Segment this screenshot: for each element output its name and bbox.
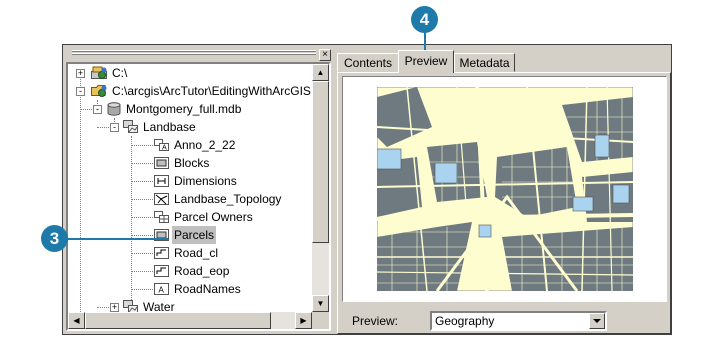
table-icon: [154, 211, 169, 223]
tab-preview[interactable]: Preview: [398, 50, 454, 73]
collapse-icon[interactable]: -: [110, 123, 119, 132]
collapse-icon[interactable]: -: [76, 87, 85, 96]
tree-item-blocks[interactable]: Blocks: [68, 154, 312, 172]
callout-step-4: 4: [411, 6, 438, 33]
scroll-thumb[interactable]: [312, 81, 329, 243]
tree-item-parcels[interactable]: Parcels: [68, 226, 312, 244]
svg-text:A: A: [162, 145, 167, 152]
geography-map-preview[interactable]: [377, 87, 633, 291]
tree-item-label: Road_cl: [174, 246, 219, 260]
tree-item-label: Anno_2_22: [174, 138, 236, 152]
expand-icon[interactable]: +: [110, 303, 119, 312]
feature-dataset-icon: [123, 120, 138, 133]
preview-area[interactable]: [342, 76, 667, 302]
tree-item-geodatabase[interactable]: - Montgomery_full.mdb: [68, 100, 312, 118]
svg-text:A: A: [159, 286, 165, 295]
tree-item-dimensions[interactable]: Dimensions: [68, 172, 312, 190]
tree-item-folder-connection[interactable]: - C:\arcgis\ArcTutor\EditingWithArcGIS: [68, 82, 312, 100]
tree-item-label: Dimensions: [174, 174, 237, 188]
catalog-tree: + C:\ - C:\arcgis\ArcTutor\EditingWithAr…: [66, 62, 331, 331]
preview-type-value: Geography: [435, 314, 495, 328]
tree-item-label: Blocks: [174, 156, 210, 170]
tree-item-label: C:\arcgis\ArcTutor\EditingWithArcGIS: [112, 84, 311, 98]
preview-type-dropdown[interactable]: Geography: [430, 311, 607, 331]
scroll-thumb[interactable]: [85, 312, 271, 329]
tree-item-label: Parcels: [172, 226, 217, 244]
catalog-tree-panel: × + C:\ - C:\arcgis\ArcTutor\EditingWith…: [66, 46, 331, 331]
line-feature-class-icon: [154, 247, 169, 259]
tree-item-label: Landbase: [143, 120, 196, 134]
tree-item-landbase[interactable]: - Landbase: [68, 118, 312, 136]
dimension-class-icon: [154, 175, 169, 187]
drive-icon: [91, 66, 107, 79]
expand-icon[interactable]: +: [76, 69, 85, 78]
scroll-up-icon[interactable]: ▲: [312, 64, 329, 81]
close-panel-button[interactable]: ×: [319, 49, 331, 61]
scroll-down-icon[interactable]: ▼: [312, 295, 329, 312]
tree-item-parcel-owners[interactable]: Parcel Owners: [68, 208, 312, 226]
tree-horizontal-scrollbar[interactable]: ◀ ▶: [68, 312, 312, 329]
tree-item-label: Landbase_Topology: [174, 192, 282, 206]
geodatabase-icon: [107, 102, 121, 116]
tab-contents[interactable]: Contents: [337, 53, 399, 72]
chevron-down-icon[interactable]: [589, 313, 605, 329]
polygon-feature-class-icon: [154, 157, 169, 169]
tree-item-road-cl[interactable]: Road_cl: [68, 244, 312, 262]
callout-3-leader-line: [65, 238, 168, 240]
preview-type-label: Preview:: [352, 314, 399, 328]
callout-step-3: 3: [41, 225, 68, 252]
tree-item-c-drive[interactable]: + C:\: [68, 64, 312, 82]
tree-item-landbase-topology[interactable]: Landbase_Topology: [68, 190, 312, 208]
scroll-left-icon[interactable]: ◀: [68, 312, 85, 329]
tree-item-label: Road_eop: [174, 264, 230, 278]
scroll-corner: [312, 312, 329, 329]
tree-item-label: RoadNames: [174, 282, 241, 296]
tree-item-anno-2-22[interactable]: A Anno_2_22: [68, 136, 312, 154]
tree-item-road-eop[interactable]: Road_eop: [68, 262, 312, 280]
folder-connection-icon: [91, 85, 107, 97]
scroll-right-icon[interactable]: ▶: [295, 312, 312, 329]
tree-item-roadnames[interactable]: A RoadNames: [68, 280, 312, 298]
topology-icon: [154, 193, 169, 205]
tab-metadata[interactable]: Metadata: [454, 53, 515, 72]
collapse-icon[interactable]: -: [93, 105, 102, 114]
panel-grip[interactable]: [66, 50, 318, 58]
tree-item-label: Montgomery_full.mdb: [126, 102, 242, 116]
line-feature-class-icon: [154, 265, 169, 277]
tree-item-label: Parcel Owners: [174, 210, 253, 224]
annotation-class-icon: A: [154, 139, 169, 152]
tree-item-label: C:\: [112, 66, 128, 80]
annotation-class-icon: A: [154, 283, 169, 295]
tree-vertical-scrollbar[interactable]: ▲ ▼: [312, 64, 329, 312]
